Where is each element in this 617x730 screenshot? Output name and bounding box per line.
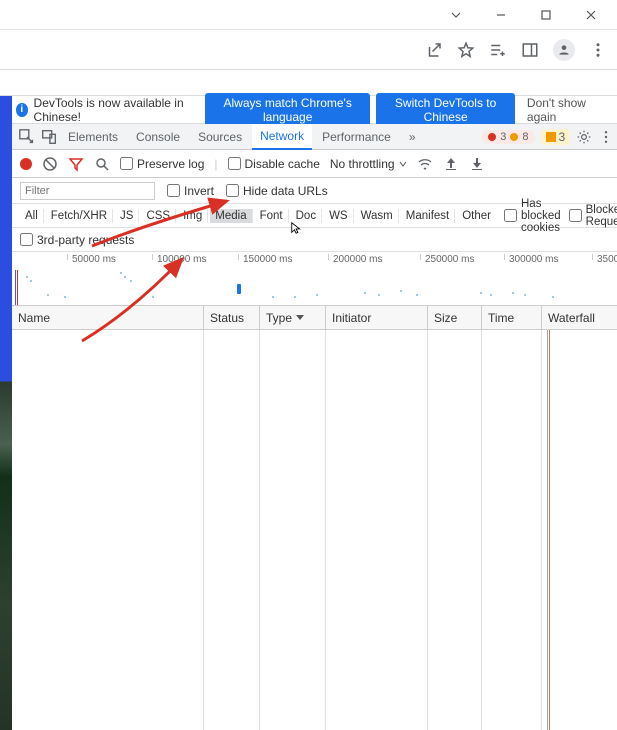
- type-js[interactable]: JS: [115, 209, 139, 223]
- close-button[interactable]: [568, 1, 613, 29]
- info-icon: i: [16, 103, 28, 117]
- download-icon[interactable]: [469, 156, 485, 172]
- col-initiator[interactable]: Initiator: [326, 306, 428, 329]
- type-ws[interactable]: WS: [324, 209, 354, 223]
- type-all[interactable]: All: [20, 209, 44, 223]
- tab-network[interactable]: Network: [252, 124, 312, 150]
- col-type[interactable]: Type: [260, 306, 326, 329]
- throttling-select[interactable]: No throttling: [330, 157, 407, 171]
- filter-funnel-icon[interactable]: [68, 156, 84, 172]
- col-status[interactable]: Status: [204, 306, 260, 329]
- devtools-menu-icon[interactable]: [598, 129, 614, 145]
- minimize-button[interactable]: [478, 1, 523, 29]
- browser-toolbar: [0, 30, 617, 70]
- search-icon[interactable]: [94, 156, 110, 172]
- type-wasm[interactable]: Wasm: [356, 209, 399, 223]
- always-match-button[interactable]: Always match Chrome's language: [205, 93, 370, 127]
- settings-gear-icon[interactable]: [576, 129, 592, 145]
- devtools-tabstrip: Elements Console Sources Network Perform…: [12, 124, 617, 150]
- resource-type-filter-row: All Fetch/XHR JS CSS Img Media Font Doc …: [12, 204, 617, 228]
- tab-sources[interactable]: Sources: [190, 124, 250, 150]
- inspect-element-icon[interactable]: [18, 128, 36, 146]
- page-content-sliver: [0, 96, 12, 730]
- warning-dot-icon: [510, 133, 518, 141]
- wifi-icon[interactable]: [417, 156, 433, 172]
- issues-badge[interactable]: 3: [541, 129, 571, 145]
- sort-indicator-icon: [296, 315, 304, 320]
- type-css[interactable]: CSS: [141, 209, 176, 223]
- devtools-panel: i DevTools is now available in Chinese! …: [12, 96, 617, 730]
- kebab-menu-icon[interactable]: [589, 41, 607, 59]
- profile-avatar[interactable]: [553, 39, 575, 61]
- tab-performance[interactable]: Performance: [314, 124, 399, 150]
- disable-cache-checkbox[interactable]: Disable cache: [228, 157, 320, 171]
- playlist-icon[interactable]: [489, 41, 507, 59]
- dont-show-again-link[interactable]: Don't show again: [521, 93, 609, 127]
- filter-input[interactable]: [20, 182, 155, 200]
- type-fetchxhr[interactable]: Fetch/XHR: [46, 209, 113, 223]
- invert-checkbox[interactable]: Invert: [167, 184, 214, 198]
- maximize-button[interactable]: [523, 1, 568, 29]
- device-toggle-icon[interactable]: [40, 128, 58, 146]
- requests-table-body: [12, 330, 617, 730]
- clear-icon[interactable]: [42, 156, 58, 172]
- timeline-ruler: 50000 ms 100000 ms 150000 ms 200000 ms 2…: [12, 252, 617, 270]
- sidepanel-icon[interactable]: [521, 41, 539, 59]
- tab-console[interactable]: Console: [128, 124, 188, 150]
- error-warning-badge[interactable]: 3 8: [482, 130, 534, 144]
- share-icon[interactable]: [425, 41, 443, 59]
- preserve-log-checkbox[interactable]: Preserve log: [120, 157, 204, 171]
- type-font[interactable]: Font: [255, 209, 289, 223]
- upload-icon[interactable]: [443, 156, 459, 172]
- type-other[interactable]: Other: [457, 209, 496, 223]
- tab-overflow-icon[interactable]: »: [401, 124, 424, 150]
- hide-data-urls-checkbox[interactable]: Hide data URLs: [226, 184, 328, 198]
- infobar-message: DevTools is now available in Chinese!: [34, 96, 200, 124]
- col-name[interactable]: Name: [12, 306, 204, 329]
- record-button[interactable]: [20, 158, 32, 170]
- timeline-marks: [12, 270, 617, 306]
- requests-table-header: Name Status Type Initiator Size Time Wat…: [12, 306, 617, 330]
- col-size[interactable]: Size: [428, 306, 482, 329]
- type-img[interactable]: Img: [178, 209, 208, 223]
- type-media[interactable]: Media: [210, 209, 252, 223]
- col-waterfall[interactable]: Waterfall: [542, 306, 617, 329]
- blocked-requests-checkbox[interactable]: Blocked Requests: [569, 204, 617, 228]
- window-titlebar: [0, 0, 617, 30]
- error-dot-icon: [488, 133, 496, 141]
- third-party-checkbox[interactable]: 3rd-party requests: [20, 233, 134, 247]
- language-infobar: i DevTools is now available in Chinese! …: [12, 96, 617, 124]
- cursor-pointer-icon: [290, 221, 304, 235]
- overview-timeline[interactable]: 50000 ms 100000 ms 150000 ms 200000 ms 2…: [12, 252, 617, 306]
- dropdown-icon[interactable]: [433, 1, 478, 29]
- type-manifest[interactable]: Manifest: [401, 209, 455, 223]
- star-icon[interactable]: [457, 41, 475, 59]
- tab-elements[interactable]: Elements: [60, 124, 126, 150]
- switch-devtools-button[interactable]: Switch DevTools to Chinese: [376, 93, 515, 127]
- col-time[interactable]: Time: [482, 306, 542, 329]
- network-toolbar: Preserve log | Disable cache No throttli…: [12, 150, 617, 178]
- third-party-row: 3rd-party requests: [12, 228, 617, 252]
